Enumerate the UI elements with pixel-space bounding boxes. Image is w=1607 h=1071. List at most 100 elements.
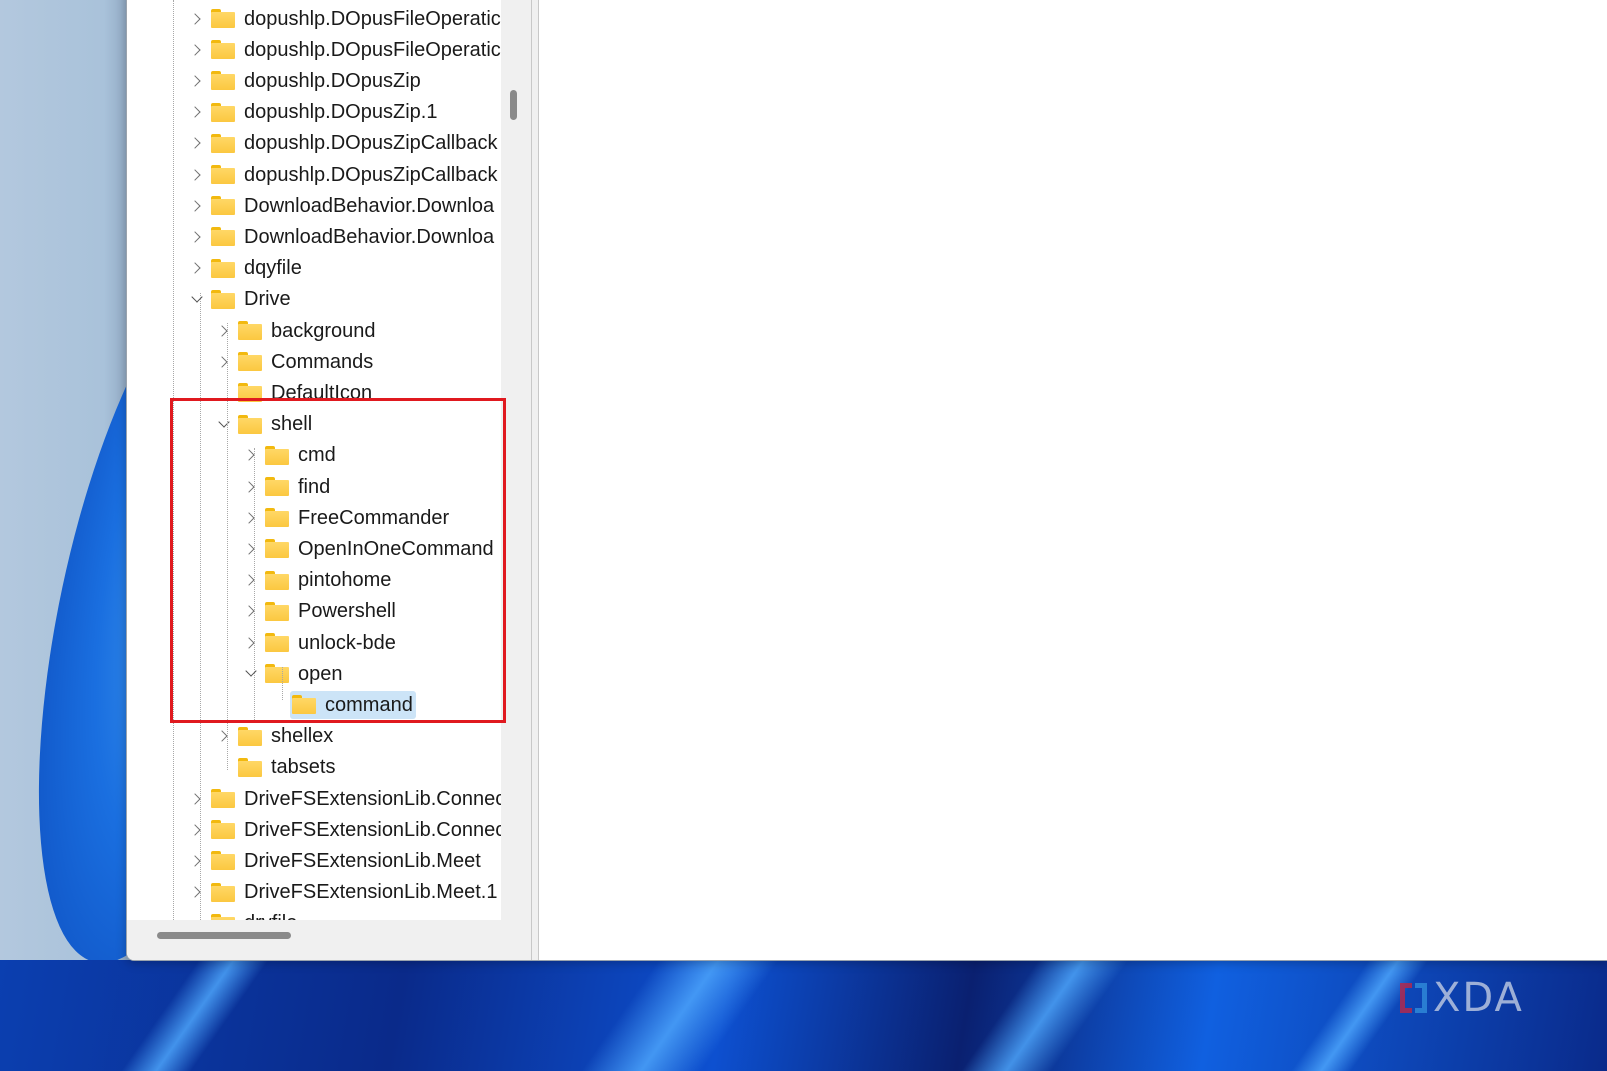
chevron-right-icon[interactable] xyxy=(189,190,205,221)
tree-item[interactable]: DefaultIcon xyxy=(216,377,375,408)
chevron-right-icon[interactable] xyxy=(189,877,205,908)
tree-item-content[interactable]: DriveFSExtensionLib.Connec xyxy=(209,816,501,844)
tree-item[interactable]: dopushlp.DOpusFileOperatic xyxy=(189,34,501,65)
tree-item[interactable]: shellex xyxy=(216,721,336,752)
chevron-down-icon[interactable] xyxy=(189,284,205,315)
tree-item[interactable]: shell xyxy=(216,409,315,440)
tree-item-selected[interactable]: command xyxy=(270,689,416,720)
chevron-right-icon[interactable] xyxy=(243,596,259,627)
tree-item[interactable]: pintohome xyxy=(243,565,394,596)
tree-item-content[interactable]: shellex xyxy=(236,722,336,750)
chevron-right-icon[interactable] xyxy=(243,471,259,502)
tree-item[interactable]: dqyfile xyxy=(189,253,305,284)
tree-item-content[interactable]: Drive xyxy=(209,285,294,313)
chevron-right-icon[interactable] xyxy=(216,315,232,346)
tree-item-content[interactable]: DefaultIcon xyxy=(236,379,375,407)
tree-item[interactable]: dopushlp.DOpusZipCallback xyxy=(189,159,500,190)
tree-item-content[interactable]: unlock-bde xyxy=(263,629,399,657)
chevron-down-icon[interactable] xyxy=(243,658,259,689)
chevron-right-icon[interactable] xyxy=(189,128,205,159)
tree-item-content[interactable]: dopushlp.DOpusFileOperatic xyxy=(209,5,501,33)
tree-item-content[interactable]: DownloadBehavior.Downloa xyxy=(209,223,497,251)
chevron-right-icon[interactable] xyxy=(216,346,232,377)
tree-item[interactable]: Powershell xyxy=(243,596,399,627)
tree-guide-line xyxy=(200,293,201,920)
tree-item-content[interactable]: find xyxy=(263,473,333,501)
tree-item[interactable]: DownloadBehavior.Downloa xyxy=(189,190,497,221)
tree-item-label: open xyxy=(298,662,343,685)
tree-item-content[interactable]: background xyxy=(236,317,379,345)
chevron-right-icon[interactable] xyxy=(189,253,205,284)
tree-item[interactable]: dopushlp.DOpusFileOperatic xyxy=(189,3,501,34)
chevron-right-icon[interactable] xyxy=(189,34,205,65)
tree-item[interactable]: DriveFSExtensionLib.Connec xyxy=(189,814,501,845)
vertical-scrollbar-thumb[interactable] xyxy=(510,90,517,120)
key-tree[interactable]: dopushlp.DOpusFileOperatic dopushlp.DOpus… xyxy=(127,0,501,920)
pane-splitter[interactable] xyxy=(531,0,539,960)
tree-item[interactable]: cmd xyxy=(243,440,339,471)
chevron-right-icon[interactable] xyxy=(189,159,205,190)
tree-item-content[interactable]: dopushlp.DOpusZip xyxy=(209,67,424,95)
chevron-right-icon[interactable] xyxy=(243,565,259,596)
tree-item[interactable]: DriveFSExtensionLib.Connec xyxy=(189,783,501,814)
tree-item[interactable]: OpenInOneCommand xyxy=(243,533,497,564)
tree-item[interactable]: drvfile xyxy=(189,908,300,920)
tree-item-content[interactable]: dqyfile xyxy=(209,254,305,282)
chevron-down-icon[interactable] xyxy=(216,409,232,440)
tree-item-content[interactable]: Commands xyxy=(236,348,376,376)
chevron-right-icon[interactable] xyxy=(189,65,205,96)
tree-item-label: DriveFSExtensionLib.Meet.1 xyxy=(244,881,498,904)
tree-item-content[interactable]: shell xyxy=(236,410,315,438)
chevron-right-icon[interactable] xyxy=(243,627,259,658)
tree-item[interactable]: DownloadBehavior.Downloa xyxy=(189,221,497,252)
tree-item[interactable]: dopushlp.DOpusZip.1 xyxy=(189,97,440,128)
tree-item[interactable]: dopushlp.DOpusZip xyxy=(189,65,424,96)
tree-item[interactable]: Drive xyxy=(189,284,294,315)
tree-item-content[interactable]: drvfile xyxy=(209,909,300,920)
chevron-right-icon[interactable] xyxy=(243,440,259,471)
chevron-right-icon[interactable] xyxy=(189,3,205,34)
tree-item-content[interactable]: pintohome xyxy=(263,566,394,594)
tree-item-content[interactable]: OpenInOneCommand xyxy=(263,535,497,563)
horizontal-scrollbar[interactable] xyxy=(127,920,531,960)
tree-item-content[interactable]: DriveFSExtensionLib.Meet.1 xyxy=(209,878,500,906)
tree-item-content[interactable]: open xyxy=(263,660,346,688)
tree-item[interactable]: tabsets xyxy=(216,752,338,783)
tree-item-content[interactable]: DownloadBehavior.Downloa xyxy=(209,192,497,220)
folder-icon xyxy=(211,40,235,60)
tree-item[interactable]: FreeCommander xyxy=(243,502,452,533)
horizontal-scrollbar-thumb[interactable] xyxy=(157,932,291,939)
chevron-right-icon[interactable] xyxy=(189,97,205,128)
chevron-right-icon[interactable] xyxy=(189,221,205,252)
tree-item[interactable]: Commands xyxy=(216,346,376,377)
tree-item-content[interactable]: FreeCommander xyxy=(263,504,452,532)
folder-icon xyxy=(238,321,262,340)
chevron-right-icon[interactable] xyxy=(189,783,205,814)
tree-item-content[interactable]: dopushlp.DOpusZipCallback xyxy=(209,161,500,189)
tree-item-content[interactable]: tabsets xyxy=(236,753,338,781)
values-pane[interactable] xyxy=(539,0,1607,960)
tree-item[interactable]: DriveFSExtensionLib.Meet.1 xyxy=(189,877,500,908)
tree-item-content[interactable]: DriveFSExtensionLib.Connec xyxy=(209,785,501,813)
tree-item[interactable]: background xyxy=(216,315,379,346)
chevron-right-icon[interactable] xyxy=(216,721,232,752)
tree-connector xyxy=(189,908,205,920)
tree-item-content[interactable]: command xyxy=(290,690,416,719)
tree-item-content[interactable]: DriveFSExtensionLib.Meet xyxy=(209,847,484,875)
chevron-right-icon[interactable] xyxy=(243,533,259,564)
tree-item-content[interactable]: dopushlp.DOpusZipCallback xyxy=(209,129,500,157)
tree-item-content[interactable]: dopushlp.DOpusZip.1 xyxy=(209,98,440,126)
tree-item[interactable]: dopushlp.DOpusZipCallback xyxy=(189,128,500,159)
tree-item-content[interactable]: dopushlp.DOpusFileOperatic xyxy=(209,36,501,64)
tree-item[interactable]: unlock-bde xyxy=(243,627,399,658)
tree-item[interactable]: find xyxy=(243,471,333,502)
vertical-scrollbar[interactable] xyxy=(501,0,531,920)
tree-item[interactable]: open xyxy=(243,658,346,689)
tree-item[interactable]: DriveFSExtensionLib.Meet xyxy=(189,845,484,876)
folder-icon xyxy=(238,383,262,403)
tree-item-content[interactable]: Powershell xyxy=(263,597,399,625)
chevron-right-icon[interactable] xyxy=(243,502,259,533)
chevron-right-icon[interactable] xyxy=(189,845,205,876)
chevron-right-icon[interactable] xyxy=(189,814,205,845)
tree-item-content[interactable]: cmd xyxy=(263,441,339,469)
